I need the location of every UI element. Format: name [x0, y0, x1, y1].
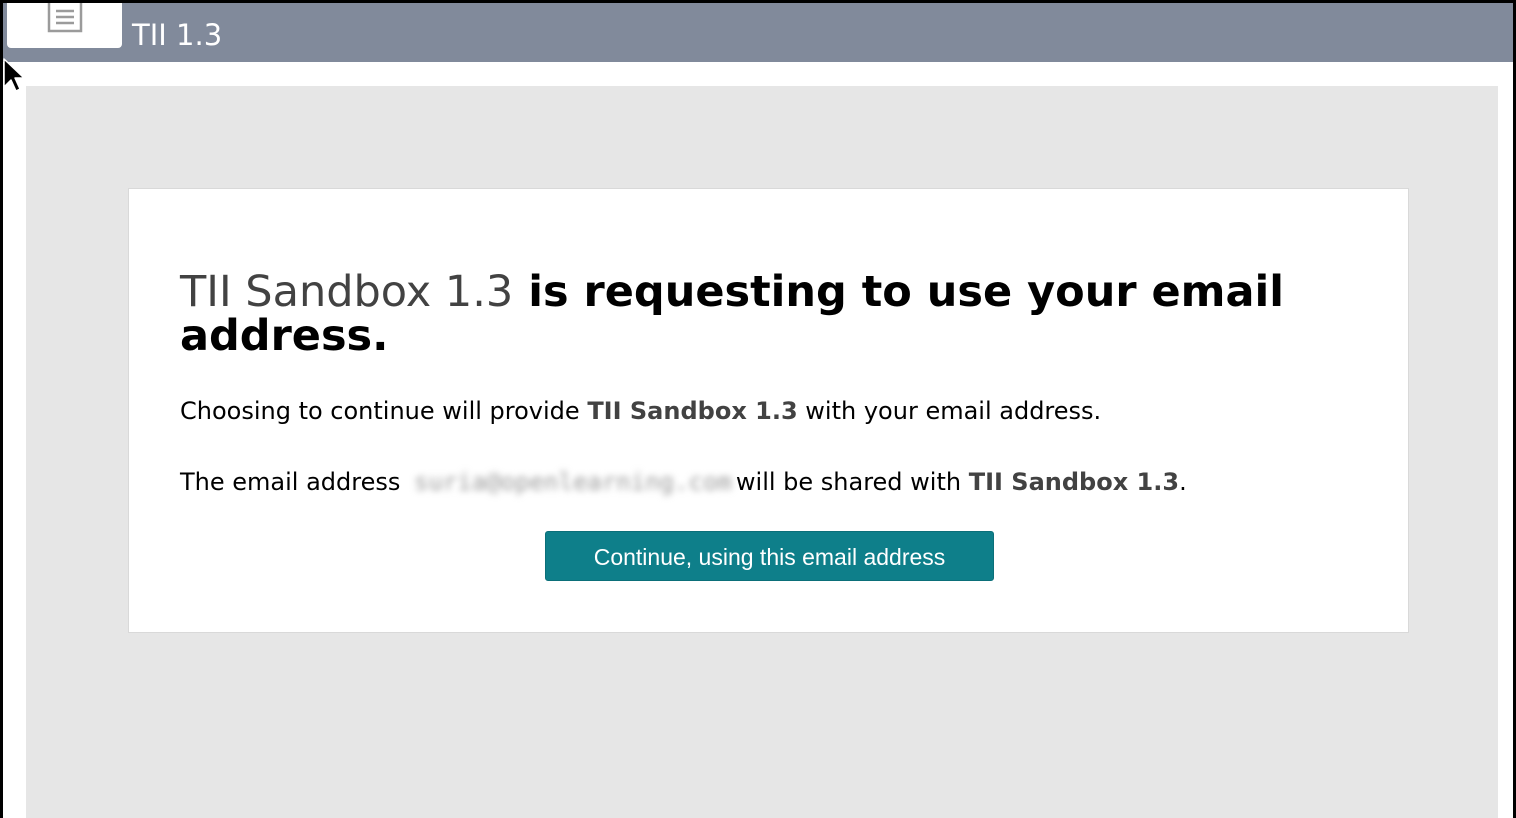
email-address: suria@openlearning.com — [414, 468, 732, 496]
notice-text: The email address — [180, 468, 408, 496]
description-text: with your email address. — [797, 397, 1102, 425]
tool-name: TII Sandbox 1.3 — [180, 267, 514, 317]
title-bar: TII 1.3 — [3, 3, 1513, 62]
tool-name: TII Sandbox 1.3 — [587, 397, 798, 425]
app-title: TII 1.3 — [132, 18, 223, 52]
notice-text: will be shared with — [735, 468, 969, 496]
notice-text: . — [1179, 468, 1187, 496]
mouse-cursor-icon — [3, 58, 25, 92]
tool-name: TII Sandbox 1.3 — [968, 468, 1180, 496]
document-tab[interactable] — [7, 3, 122, 48]
consent-card: TII Sandbox 1.3 is requesting to use you… — [128, 188, 1409, 633]
continue-button[interactable]: Continue, using this email address — [545, 531, 994, 581]
consent-description: Choosing to continue will provide TII Sa… — [180, 395, 1101, 427]
description-text: Choosing to continue will provide — [180, 397, 588, 425]
content-area: TII Sandbox 1.3 is requesting to use you… — [26, 86, 1498, 818]
consent-heading: TII Sandbox 1.3 is requesting to use you… — [180, 270, 1360, 358]
document-icon — [47, 3, 83, 33]
browser-window: TII 1.3 TII Sandbox 1.3 is requesting to… — [3, 3, 1513, 818]
email-share-notice: The email address suria@openlearning.com… — [180, 466, 1187, 498]
